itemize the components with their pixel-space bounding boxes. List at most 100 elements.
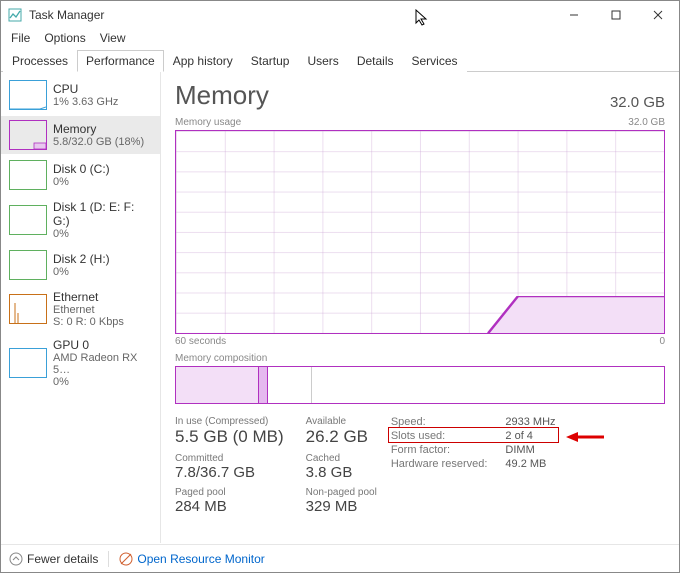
inuse-label: In use (Compressed) (175, 416, 284, 427)
committed-value: 7.8/36.7 GB (175, 464, 284, 481)
stats: In use (Compressed) 5.5 GB (0 MB) Availa… (175, 416, 665, 519)
menu-file[interactable]: File (5, 29, 36, 47)
sidebar-label: CPU (53, 82, 118, 96)
chart-label-left: Memory usage (175, 117, 241, 128)
main-panel: Memory 32.0 GB Memory usage 32.0 GB 60 s… (161, 72, 679, 543)
sidebar-sub: 1% 3.63 GHz (53, 96, 118, 108)
window-controls (553, 1, 679, 29)
sidebar-item-cpu[interactable]: CPU 1% 3.63 GHz (1, 76, 160, 114)
divider (108, 551, 109, 567)
maximize-button[interactable] (595, 1, 637, 29)
disk-thumb (9, 160, 47, 190)
ethernet-thumb (9, 294, 47, 324)
main-header: Memory 32.0 GB (175, 80, 665, 111)
slots-value: 2 of 4 (505, 430, 555, 442)
memory-composition-chart[interactable] (175, 366, 665, 404)
speed-value: 2933 MHz (505, 416, 555, 428)
tab-users[interactable]: Users (298, 50, 347, 72)
paged-label: Paged pool (175, 487, 284, 498)
fewer-details-label: Fewer details (27, 552, 98, 566)
sidebar-sub2: 0% (53, 376, 152, 388)
app-icon (7, 7, 23, 23)
sidebar-sub: 0% (53, 176, 110, 188)
sidebar-item-gpu0[interactable]: GPU 0 AMD Radeon RX 5… 0% (1, 334, 160, 392)
cached-label: Cached (306, 453, 377, 464)
sidebar-item-disk1[interactable]: Disk 1 (D: E: F: G:) 0% (1, 196, 160, 244)
composition-label: Memory composition (175, 353, 665, 364)
sidebar-sub: Ethernet (53, 304, 124, 316)
sidebar-text: Disk 2 (H:) 0% (53, 252, 110, 278)
xaxis-right: 0 (659, 336, 665, 347)
available-value: 26.2 GB (306, 427, 377, 447)
sidebar-text: Disk 0 (C:) 0% (53, 162, 110, 188)
open-resource-monitor-link[interactable]: Open Resource Monitor (119, 552, 264, 566)
tab-startup[interactable]: Startup (242, 50, 299, 72)
memory-thumb (9, 120, 47, 150)
menu-view[interactable]: View (94, 29, 132, 47)
sidebar-label: Memory (53, 122, 144, 136)
chart-label-row: Memory usage 32.0 GB (175, 117, 665, 128)
orm-label: Open Resource Monitor (137, 552, 264, 566)
nonpaged-value: 329 MB (306, 498, 377, 515)
minimize-button[interactable] (553, 1, 595, 29)
cached-value: 3.8 GB (306, 464, 377, 481)
sidebar-sub: 0% (53, 266, 110, 278)
sidebar-sub: AMD Radeon RX 5… (53, 352, 152, 376)
sidebar-sub: 5.8/32.0 GB (18%) (53, 136, 144, 148)
tabbar: Processes Performance App history Startu… (1, 49, 679, 72)
tab-details[interactable]: Details (348, 50, 403, 72)
titlebar: Task Manager (1, 1, 679, 29)
sidebar-text: Disk 1 (D: E: F: G:) 0% (53, 200, 152, 240)
paged-value: 284 MB (175, 498, 284, 515)
tab-services[interactable]: Services (403, 50, 467, 72)
fewer-details-button[interactable]: Fewer details (9, 552, 98, 566)
sidebar-text: Ethernet Ethernet S: 0 R: 0 Kbps (53, 290, 124, 328)
sidebar-label: Disk 2 (H:) (53, 252, 110, 266)
comp-modified (259, 367, 268, 403)
tab-performance[interactable]: Performance (77, 50, 164, 72)
form-label: Form factor: (391, 444, 488, 456)
sidebar-item-disk0[interactable]: Disk 0 (C:) 0% (1, 156, 160, 194)
slots-label: Slots used: (391, 430, 488, 442)
annotation-arrow-icon (566, 430, 604, 444)
close-button[interactable] (637, 1, 679, 29)
chart-area (176, 131, 664, 333)
sidebar-item-disk2[interactable]: Disk 2 (H:) 0% (1, 246, 160, 284)
tab-processes[interactable]: Processes (3, 50, 77, 72)
sidebar-text: GPU 0 AMD Radeon RX 5… 0% (53, 338, 152, 388)
menubar: File Options View (1, 29, 679, 49)
sidebar-label: Ethernet (53, 290, 124, 304)
tab-app-history[interactable]: App history (164, 50, 242, 72)
committed-label: Committed (175, 453, 284, 464)
comp-inuse (176, 367, 259, 403)
menu-options[interactable]: Options (38, 29, 91, 47)
sidebar-label: GPU 0 (53, 338, 152, 352)
content: CPU 1% 3.63 GHz Memory 5.8/32.0 GB (18%)… (1, 72, 679, 543)
stats-left: In use (Compressed) 5.5 GB (0 MB) Availa… (175, 416, 377, 519)
resource-monitor-icon (119, 552, 133, 566)
inuse-value: 5.5 GB (0 MB) (175, 427, 284, 447)
nonpaged-label: Non-paged pool (306, 487, 377, 498)
reserved-label: Hardware reserved: (391, 458, 488, 470)
disk-thumb (9, 250, 47, 280)
disk-thumb (9, 205, 47, 235)
chart-xaxis: 60 seconds 0 (175, 336, 665, 347)
sidebar-sub2: S: 0 R: 0 Kbps (53, 316, 124, 328)
sidebar-text: Memory 5.8/32.0 GB (18%) (53, 122, 144, 148)
sidebar-item-memory[interactable]: Memory 5.8/32.0 GB (18%) (1, 116, 160, 154)
reserved-value: 49.2 MB (505, 458, 555, 470)
gpu-thumb (9, 348, 47, 378)
window-title: Task Manager (29, 8, 553, 22)
sidebar-text: CPU 1% 3.63 GHz (53, 82, 118, 108)
sidebar-item-ethernet[interactable]: Ethernet Ethernet S: 0 R: 0 Kbps (1, 286, 160, 332)
form-value: DIMM (505, 444, 555, 456)
xaxis-left: 60 seconds (175, 336, 226, 347)
memory-capacity: 32.0 GB (610, 94, 665, 111)
comp-standby (268, 367, 312, 403)
available-label: Available (306, 416, 377, 427)
stats-right: Speed: 2933 MHz Slots used: 2 of 4 Form … (391, 416, 556, 519)
memory-usage-chart[interactable] (175, 130, 665, 334)
sidebar-sub: 0% (53, 228, 152, 240)
cpu-thumb (9, 80, 47, 110)
chevron-up-circle-icon (9, 552, 23, 566)
